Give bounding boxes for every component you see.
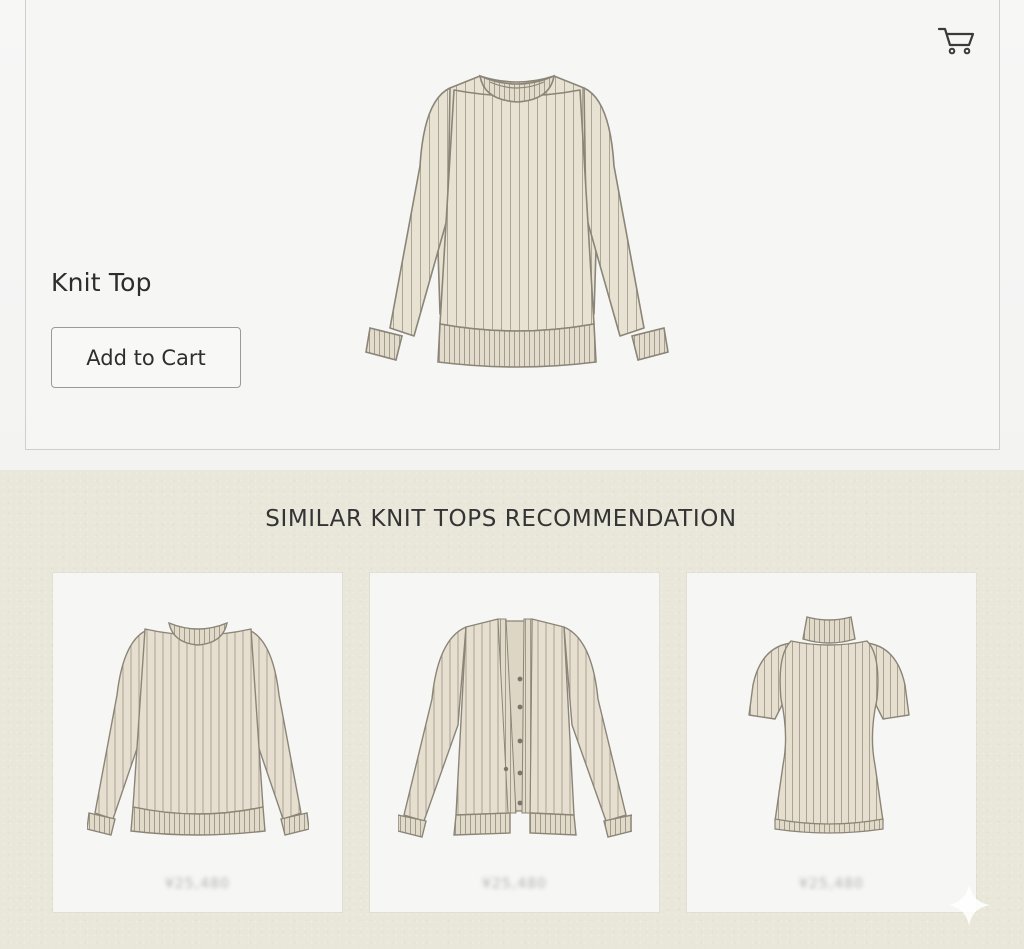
product-image	[365, 74, 669, 368]
cart-button[interactable]	[934, 20, 978, 58]
add-to-cart-button[interactable]: Add to Cart	[51, 327, 241, 388]
recommendations-panel: SIMILAR KNIT TOPS RECOMMENDATION ¥25,480…	[0, 470, 1024, 949]
recommendations-heading: SIMILAR KNIT TOPS RECOMMENDATION	[265, 506, 737, 532]
recommendation-price: ¥25,480	[482, 876, 547, 892]
recommendation-price: ¥25,480	[165, 876, 230, 892]
recommendation-card[interactable]: ¥25,480	[687, 573, 976, 912]
recommendation-card[interactable]: ¥25,480	[370, 573, 659, 912]
sparkle-icon	[948, 884, 990, 926]
crewneck-sweater-image	[87, 621, 309, 836]
shopping-cart-icon	[937, 27, 975, 55]
recommendation-price: ¥25,480	[799, 876, 864, 892]
cardigan-image	[398, 618, 632, 838]
product-title: Knit Top	[51, 268, 152, 297]
recommendation-card[interactable]: ¥25,480	[53, 573, 342, 912]
mockneck-top-image	[748, 616, 910, 834]
product-panel: Knit Top Add to Cart	[0, 0, 1024, 470]
